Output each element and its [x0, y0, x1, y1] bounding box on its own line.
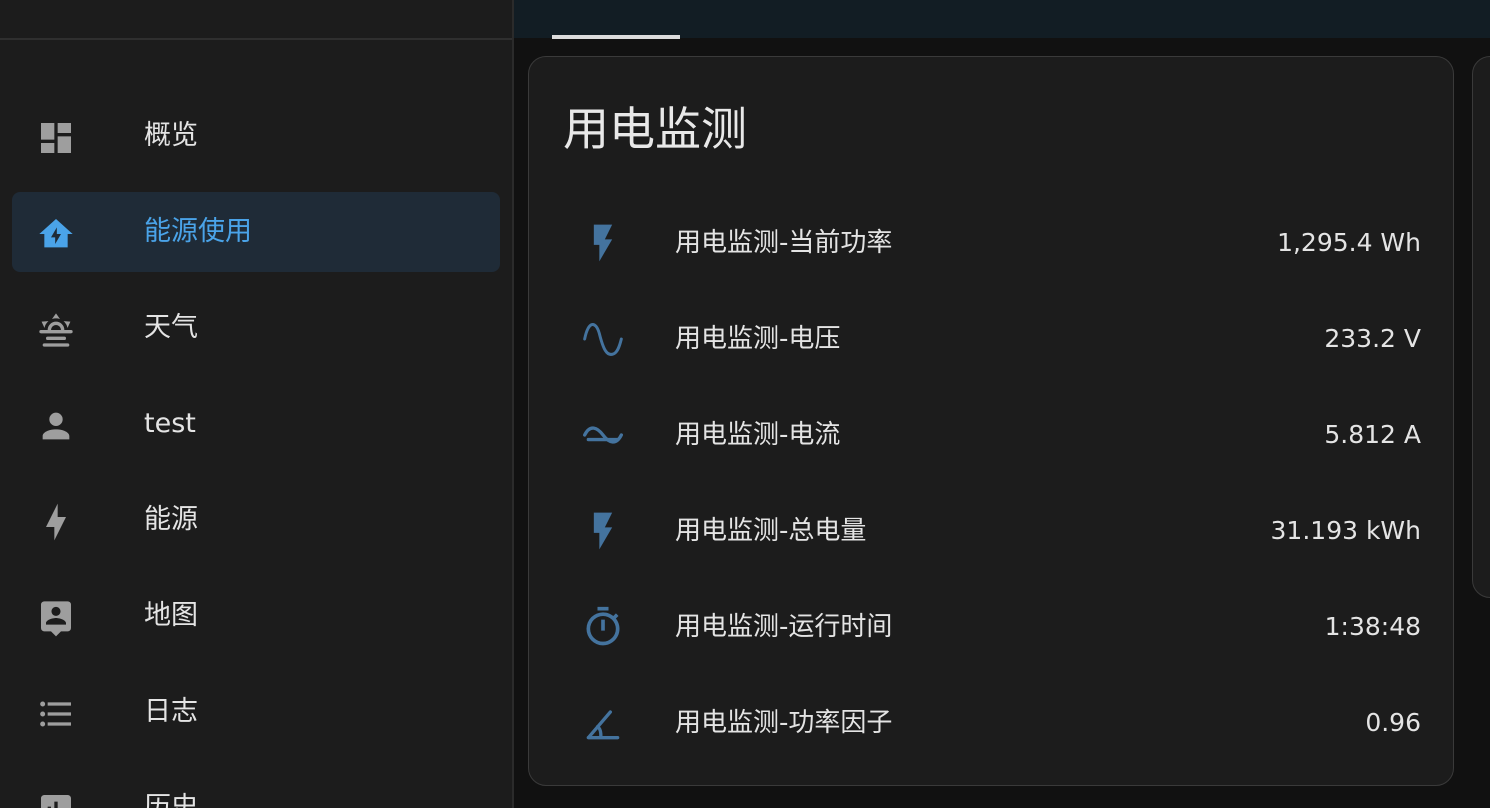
- entity-value: 31.193 kWh: [1270, 516, 1421, 545]
- app-root: 概览 能源使用 天气 test 能源 地图 日志 历史 用电监测 用电监测-当前…: [0, 0, 1490, 808]
- entity-value: 233.2 V: [1324, 324, 1421, 353]
- sine-wave-icon: [581, 317, 625, 361]
- map-person-icon: [36, 598, 76, 638]
- card-title: 用电监测: [563, 102, 747, 156]
- sidebar-item-weather[interactable]: 天气: [12, 288, 500, 368]
- timer-icon: [581, 605, 625, 649]
- sidebar-item-map[interactable]: 地图: [12, 576, 500, 656]
- sidebar-item-logbook[interactable]: 日志: [12, 672, 500, 752]
- entities-card: 用电监测 用电监测-当前功率 1,295.4 Wh 用电监测-电压 233.2 …: [528, 56, 1454, 786]
- entity-value: 1,295.4 Wh: [1277, 228, 1421, 257]
- sidebar-item-energy[interactable]: 能源: [12, 480, 500, 560]
- chart-box-icon: [36, 790, 76, 808]
- sidebar-item-label: 天气: [144, 312, 198, 343]
- angle-acute-icon: [581, 701, 625, 745]
- sidebar-item-label: 历史: [144, 792, 198, 808]
- sidebar-item-test[interactable]: test: [12, 384, 500, 464]
- entity-value: 0.96: [1365, 708, 1421, 737]
- sidebar: 概览 能源使用 天气 test 能源 地图 日志 历史: [0, 0, 514, 808]
- weather-sunset-icon: [36, 310, 76, 350]
- sidebar-item-label: 概览: [144, 120, 198, 151]
- sidebar-item-overview[interactable]: 概览: [12, 96, 500, 176]
- entity-name: 用电监测-运行时间: [675, 612, 893, 642]
- entity-name: 用电监测-电流: [675, 420, 841, 450]
- lightning-bolt-icon: [36, 502, 76, 542]
- home-lightning-icon: [36, 214, 76, 254]
- sidebar-item-label: 日志: [144, 696, 198, 727]
- entity-row[interactable]: 用电监测-功率因子 0.96: [529, 677, 1453, 773]
- account-icon: [36, 406, 76, 446]
- next-card-edge: [1472, 56, 1490, 598]
- entity-value: 5.812 A: [1324, 420, 1421, 449]
- entity-name: 用电监测-功率因子: [675, 708, 893, 738]
- sidebar-item-label: 地图: [144, 600, 198, 631]
- entity-value: 1:38:48: [1324, 612, 1421, 641]
- active-tab-indicator: [552, 35, 680, 39]
- entity-name: 用电监测-总电量: [675, 516, 867, 546]
- sidebar-item-label: test: [144, 408, 196, 439]
- sidebar-item-label: 能源使用: [144, 216, 252, 247]
- sidebar-header: [0, 0, 512, 40]
- entity-row[interactable]: 用电监测-总电量 31.193 kWh: [529, 485, 1453, 581]
- format-list-icon: [36, 694, 76, 734]
- entity-row[interactable]: 用电监测-电压 233.2 V: [529, 293, 1453, 389]
- entity-row[interactable]: 用电监测-当前功率 1,295.4 Wh: [529, 197, 1453, 293]
- top-toolbar: [514, 0, 1490, 39]
- flash-icon: [581, 221, 625, 265]
- entity-row[interactable]: 用电监测-电流 5.812 A: [529, 389, 1453, 485]
- entity-name: 用电监测-电压: [675, 324, 841, 354]
- sidebar-item-history[interactable]: 历史: [12, 768, 500, 808]
- entity-row[interactable]: 用电监测-运行时间 1:38:48: [529, 581, 1453, 677]
- sidebar-item-energy-usage[interactable]: 能源使用: [12, 192, 500, 272]
- entity-name: 用电监测-当前功率: [675, 228, 893, 258]
- current-ac-icon: [581, 413, 625, 457]
- sidebar-item-label: 能源: [144, 504, 198, 535]
- flash-icon: [581, 509, 625, 553]
- dashboard-icon: [36, 118, 76, 158]
